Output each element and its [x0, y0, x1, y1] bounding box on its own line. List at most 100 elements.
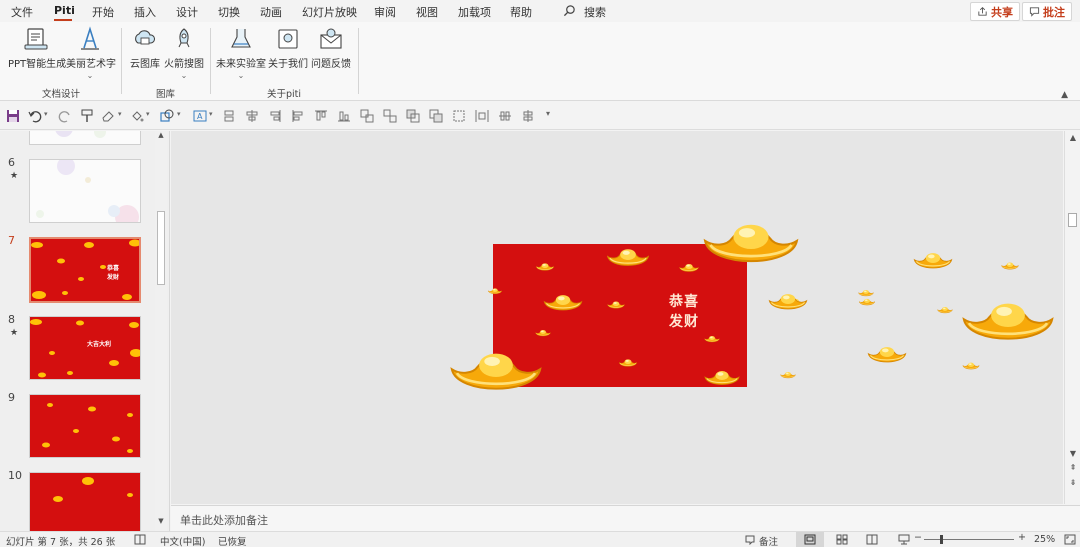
zoom-out-button[interactable]: − — [914, 532, 922, 543]
tab-piti[interactable]: Piti — [54, 4, 75, 17]
align-center-icon[interactable] — [245, 109, 259, 123]
slide-thumbnail[interactable] — [29, 159, 141, 223]
tab-home[interactable]: 开始 — [92, 4, 114, 20]
tab-insert[interactable]: 插入 — [134, 4, 156, 20]
feedback-button[interactable]: 问题反馈 — [310, 26, 352, 70]
scroll-up-icon[interactable]: ▲ — [1065, 133, 1080, 142]
chevron-down-icon[interactable]: ▾ — [118, 110, 122, 118]
slide-thumbnail-selected[interactable]: 恭喜 发财 — [29, 237, 141, 303]
gold-ingot-icon[interactable] — [768, 294, 808, 310]
gold-ingot-icon[interactable] — [1001, 262, 1019, 270]
zoom-level[interactable]: 25% — [1034, 534, 1055, 545]
previous-slide-icon[interactable]: ⇞ — [1065, 463, 1080, 472]
slide-thumbnail[interactable] — [29, 472, 141, 531]
align-right-icon[interactable] — [268, 109, 282, 123]
tab-slideshow[interactable]: 幻灯片放映 — [302, 4, 357, 20]
slide-thumbnail[interactable]: 大吉大利 — [29, 316, 141, 380]
scroll-down-icon[interactable]: ▼ — [1065, 449, 1080, 458]
chevron-down-icon[interactable]: ⌄ — [216, 71, 266, 80]
textbox-icon[interactable]: A — [193, 109, 207, 123]
scroll-thumb[interactable] — [1068, 213, 1077, 227]
tab-transitions[interactable]: 切换 — [218, 4, 240, 20]
send-backward-icon[interactable] — [429, 109, 443, 123]
canvas-scrollbar[interactable]: ▲ ▼ ⇞ ⇟ — [1064, 131, 1080, 504]
slide-thumbnail[interactable] — [29, 131, 141, 145]
tab-review[interactable]: 审阅 — [374, 4, 396, 20]
art-text-button[interactable]: 美丽艺术字 ⌄ — [66, 26, 116, 80]
spell-check-icon[interactable] — [134, 534, 146, 545]
zoom-slider[interactable] — [924, 539, 1014, 540]
bring-forward-icon[interactable] — [406, 109, 420, 123]
gold-ingot-icon[interactable] — [858, 290, 874, 297]
language[interactable]: 中文(中国) — [160, 534, 205, 547]
tab-help[interactable]: 帮助 — [510, 4, 532, 20]
shape-icon[interactable] — [160, 109, 174, 123]
tab-addins[interactable]: 加载项 — [458, 4, 491, 20]
slide-title[interactable]: 恭喜 发财 — [669, 292, 709, 332]
distribute-vertical-icon[interactable] — [498, 109, 512, 123]
search-icon[interactable] — [563, 4, 576, 17]
notes-icon[interactable] — [744, 534, 756, 545]
format-painter-icon[interactable] — [80, 109, 94, 123]
share-button[interactable]: 共享 — [970, 2, 1020, 21]
chevron-down-icon[interactable]: ▾ — [44, 110, 48, 118]
distribute-horizontal-icon[interactable] — [475, 109, 489, 123]
align-bottom-icon[interactable] — [337, 109, 351, 123]
tab-file[interactable]: 文件 — [11, 4, 33, 20]
save-icon[interactable] — [6, 109, 20, 123]
zoom-in-button[interactable]: + — [1018, 532, 1026, 543]
gold-ingot-icon[interactable] — [962, 303, 1054, 340]
collapse-ribbon-icon[interactable]: ▲ — [1061, 90, 1068, 100]
scroll-thumb[interactable] — [157, 211, 165, 285]
current-slide[interactable]: 恭喜 发财 — [493, 244, 747, 387]
ungroup-icon[interactable] — [383, 109, 397, 123]
slideshow-icon[interactable] — [898, 534, 910, 545]
gold-ingot-icon[interactable] — [937, 307, 953, 314]
scroll-down-icon[interactable]: ▼ — [155, 517, 167, 525]
align-left-icon[interactable] — [291, 109, 305, 123]
zoom-slider-knob[interactable] — [940, 535, 943, 544]
ppt-generate-button[interactable]: PPT智能生成 — [8, 26, 66, 70]
notes-pane[interactable]: 单击此处添加备注 — [171, 505, 1080, 531]
notes-placeholder[interactable]: 单击此处添加备注 — [180, 512, 268, 528]
undo-icon[interactable] — [28, 109, 42, 123]
eraser-icon[interactable] — [101, 109, 115, 123]
notes-toggle[interactable]: 备注 — [759, 534, 778, 547]
gold-ingot-icon[interactable] — [858, 298, 876, 306]
chevron-down-icon[interactable]: ▾ — [146, 110, 150, 118]
gold-ingot-icon[interactable] — [867, 347, 907, 363]
redo-icon[interactable] — [58, 109, 72, 123]
align-top-icon[interactable] — [222, 109, 236, 123]
tab-design[interactable]: 设计 — [176, 4, 198, 20]
fill-color-icon[interactable] — [130, 109, 144, 123]
customize-toolbar-icon[interactable]: ▾ — [546, 109, 550, 118]
scroll-up-icon[interactable]: ▲ — [155, 131, 167, 139]
align-top-edge-icon[interactable] — [314, 109, 328, 123]
fit-to-window-icon[interactable] — [1064, 534, 1076, 545]
cloud-library-button[interactable]: 云图库 — [128, 26, 162, 70]
chevron-down-icon[interactable]: ▾ — [177, 110, 181, 118]
thumbnail-scrollbar[interactable]: ▲ ▼ — [155, 131, 167, 531]
chevron-down-icon[interactable]: ▾ — [209, 110, 213, 118]
rocket-search-button[interactable]: 火箭搜图 ⌄ — [164, 26, 204, 80]
crop-icon[interactable] — [452, 109, 466, 123]
slide-thumbnail[interactable] — [29, 394, 141, 458]
gold-ingot-icon[interactable] — [913, 253, 953, 269]
about-us-button[interactable]: 关于我们 — [268, 26, 308, 70]
gold-ingot-icon[interactable] — [962, 362, 980, 370]
tab-view[interactable]: 视图 — [416, 4, 438, 20]
comment-button[interactable]: 批注 — [1022, 2, 1072, 21]
gold-ingot-icon[interactable] — [780, 372, 796, 379]
slide-sorter-icon[interactable] — [836, 534, 848, 545]
reading-view-icon[interactable] — [866, 534, 878, 545]
chevron-down-icon[interactable]: ⌄ — [66, 71, 114, 80]
gold-ingot-icon[interactable] — [788, 299, 804, 306]
search-label[interactable]: 搜索 — [584, 4, 606, 20]
chevron-down-icon[interactable]: ⌄ — [164, 71, 204, 80]
normal-view-icon[interactable] — [804, 534, 816, 545]
tab-animations[interactable]: 动画 — [260, 4, 282, 20]
group-icon[interactable] — [360, 109, 374, 123]
align-middle-icon[interactable] — [521, 109, 535, 123]
lab-button[interactable]: 未来实验室 ⌄ — [216, 26, 266, 80]
next-slide-icon[interactable]: ⇟ — [1065, 478, 1080, 487]
